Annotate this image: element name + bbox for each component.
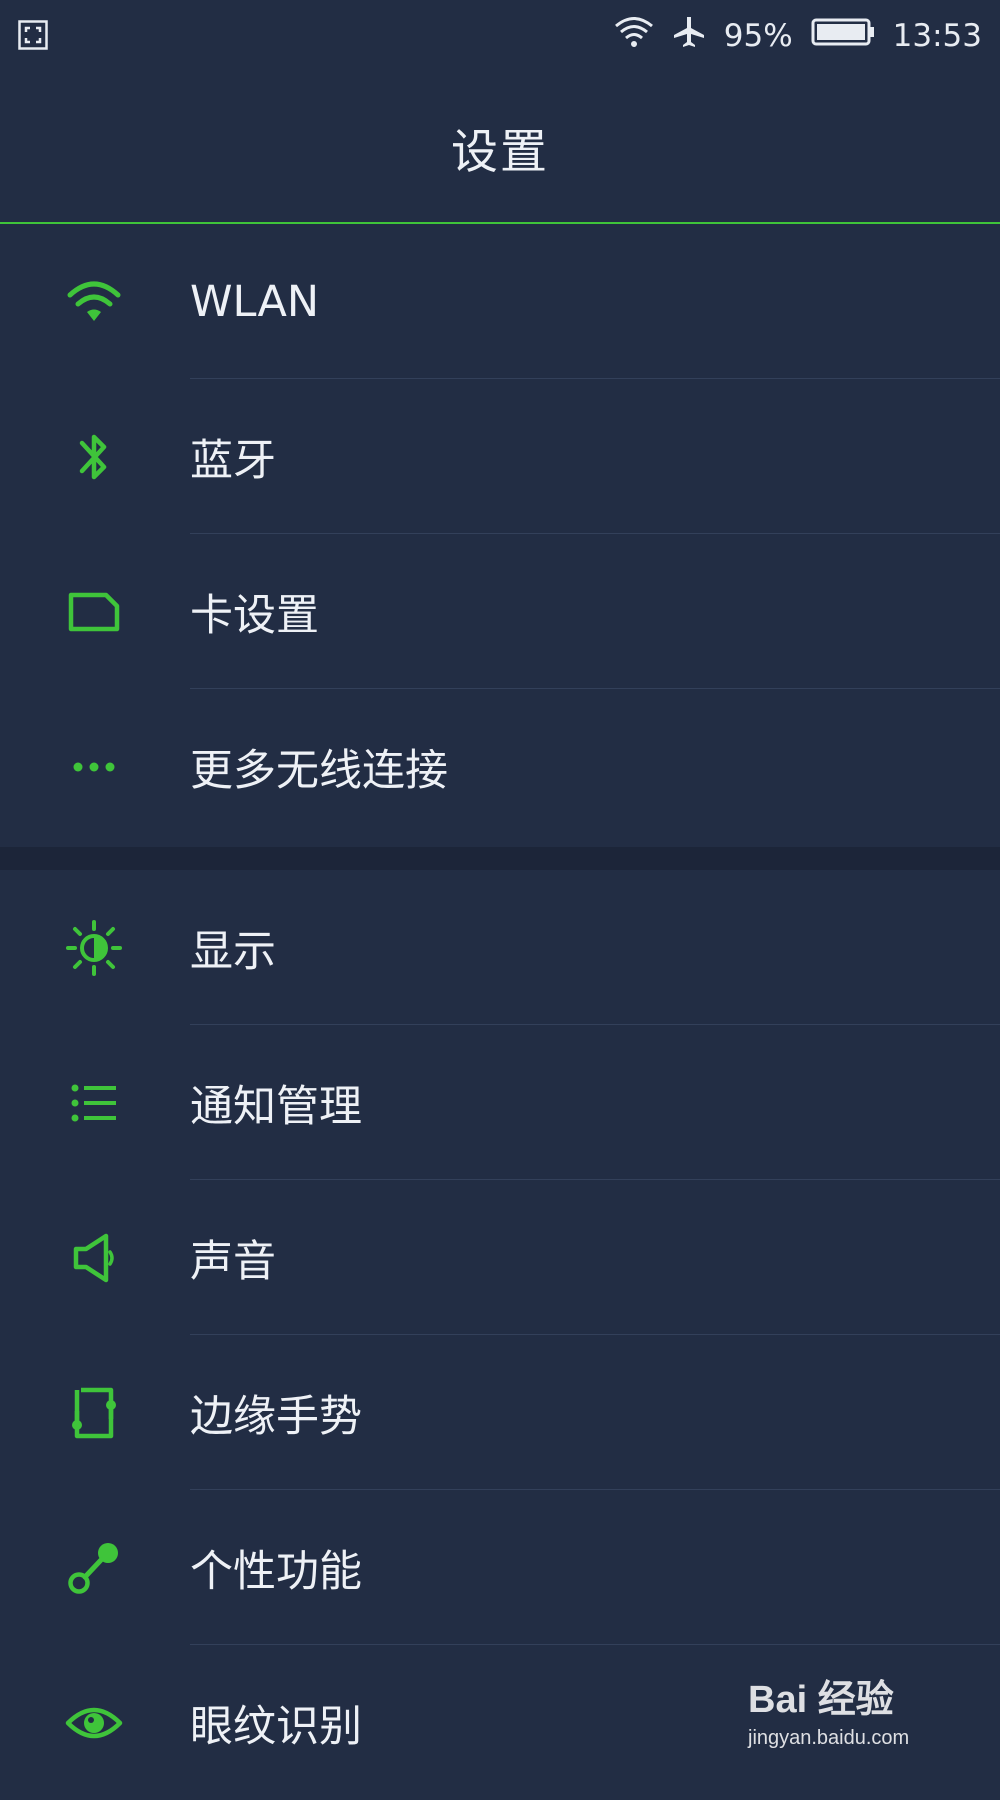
settings-item-display[interactable]: 显示 bbox=[0, 870, 1000, 1025]
settings-group-connectivity: WLAN 蓝牙 卡设置 更多无线连接 bbox=[0, 224, 1000, 844]
settings-item-personal-features[interactable]: 个性功能 bbox=[0, 1490, 1000, 1645]
settings-item-label: WLAN bbox=[190, 276, 320, 327]
watermark-url: jingyan.baidu.com bbox=[748, 1727, 910, 1749]
airplane-icon bbox=[672, 15, 706, 57]
settings-group-device: 显示 通知管理 声音 边缘手势 个性功能 眼纹识别 bbox=[0, 870, 1000, 1800]
settings-item-label: 边缘手势 bbox=[190, 1391, 362, 1442]
more-dots-icon bbox=[62, 735, 126, 799]
settings-item-sound[interactable]: 声音 bbox=[0, 1180, 1000, 1335]
app-header: 设置 bbox=[0, 72, 1000, 222]
settings-item-more-wireless[interactable]: 更多无线连接 bbox=[0, 689, 1000, 844]
settings-item-label: 显示 bbox=[190, 926, 276, 977]
edge-gesture-icon bbox=[62, 1381, 126, 1445]
list-icon bbox=[62, 1071, 126, 1135]
settings-item-label: 通知管理 bbox=[190, 1081, 362, 1132]
eye-icon bbox=[62, 1691, 126, 1755]
sim-card-icon bbox=[62, 580, 126, 644]
speaker-icon bbox=[62, 1226, 126, 1290]
settings-item-wlan[interactable]: WLAN bbox=[0, 224, 1000, 379]
wifi-icon bbox=[614, 15, 654, 57]
settings-item-bluetooth[interactable]: 蓝牙 bbox=[0, 379, 1000, 534]
brightness-icon bbox=[62, 916, 126, 980]
settings-item-edge-gesture[interactable]: 边缘手势 bbox=[0, 1335, 1000, 1490]
battery-percent: 95% bbox=[723, 18, 793, 54]
settings-item-label: 个性功能 bbox=[190, 1546, 362, 1597]
wifi-icon bbox=[62, 270, 126, 334]
settings-item-label: 眼纹识别 bbox=[190, 1701, 362, 1752]
settings-item-label: 卡设置 bbox=[190, 590, 319, 641]
baidu-watermark: Bai 经验 jingyan.baidu.com bbox=[748, 1668, 948, 1768]
settings-item-label: 更多无线连接 bbox=[190, 745, 448, 796]
clock: 13:53 bbox=[892, 18, 982, 54]
status-bar: 95% 13:53 bbox=[0, 0, 1000, 72]
watermark-logo: Bai 经验 bbox=[748, 1679, 894, 1721]
screenshot-frame-icon bbox=[18, 20, 48, 50]
page-title: 设置 bbox=[451, 124, 549, 180]
battery-icon bbox=[811, 17, 875, 55]
settings-item-notifications[interactable]: 通知管理 bbox=[0, 1025, 1000, 1180]
settings-item-label: 蓝牙 bbox=[190, 435, 276, 486]
bluetooth-icon bbox=[62, 425, 126, 489]
settings-item-label: 声音 bbox=[190, 1236, 276, 1287]
feature-icon bbox=[62, 1536, 126, 1600]
group-divider bbox=[0, 847, 1000, 870]
settings-item-sim[interactable]: 卡设置 bbox=[0, 534, 1000, 689]
